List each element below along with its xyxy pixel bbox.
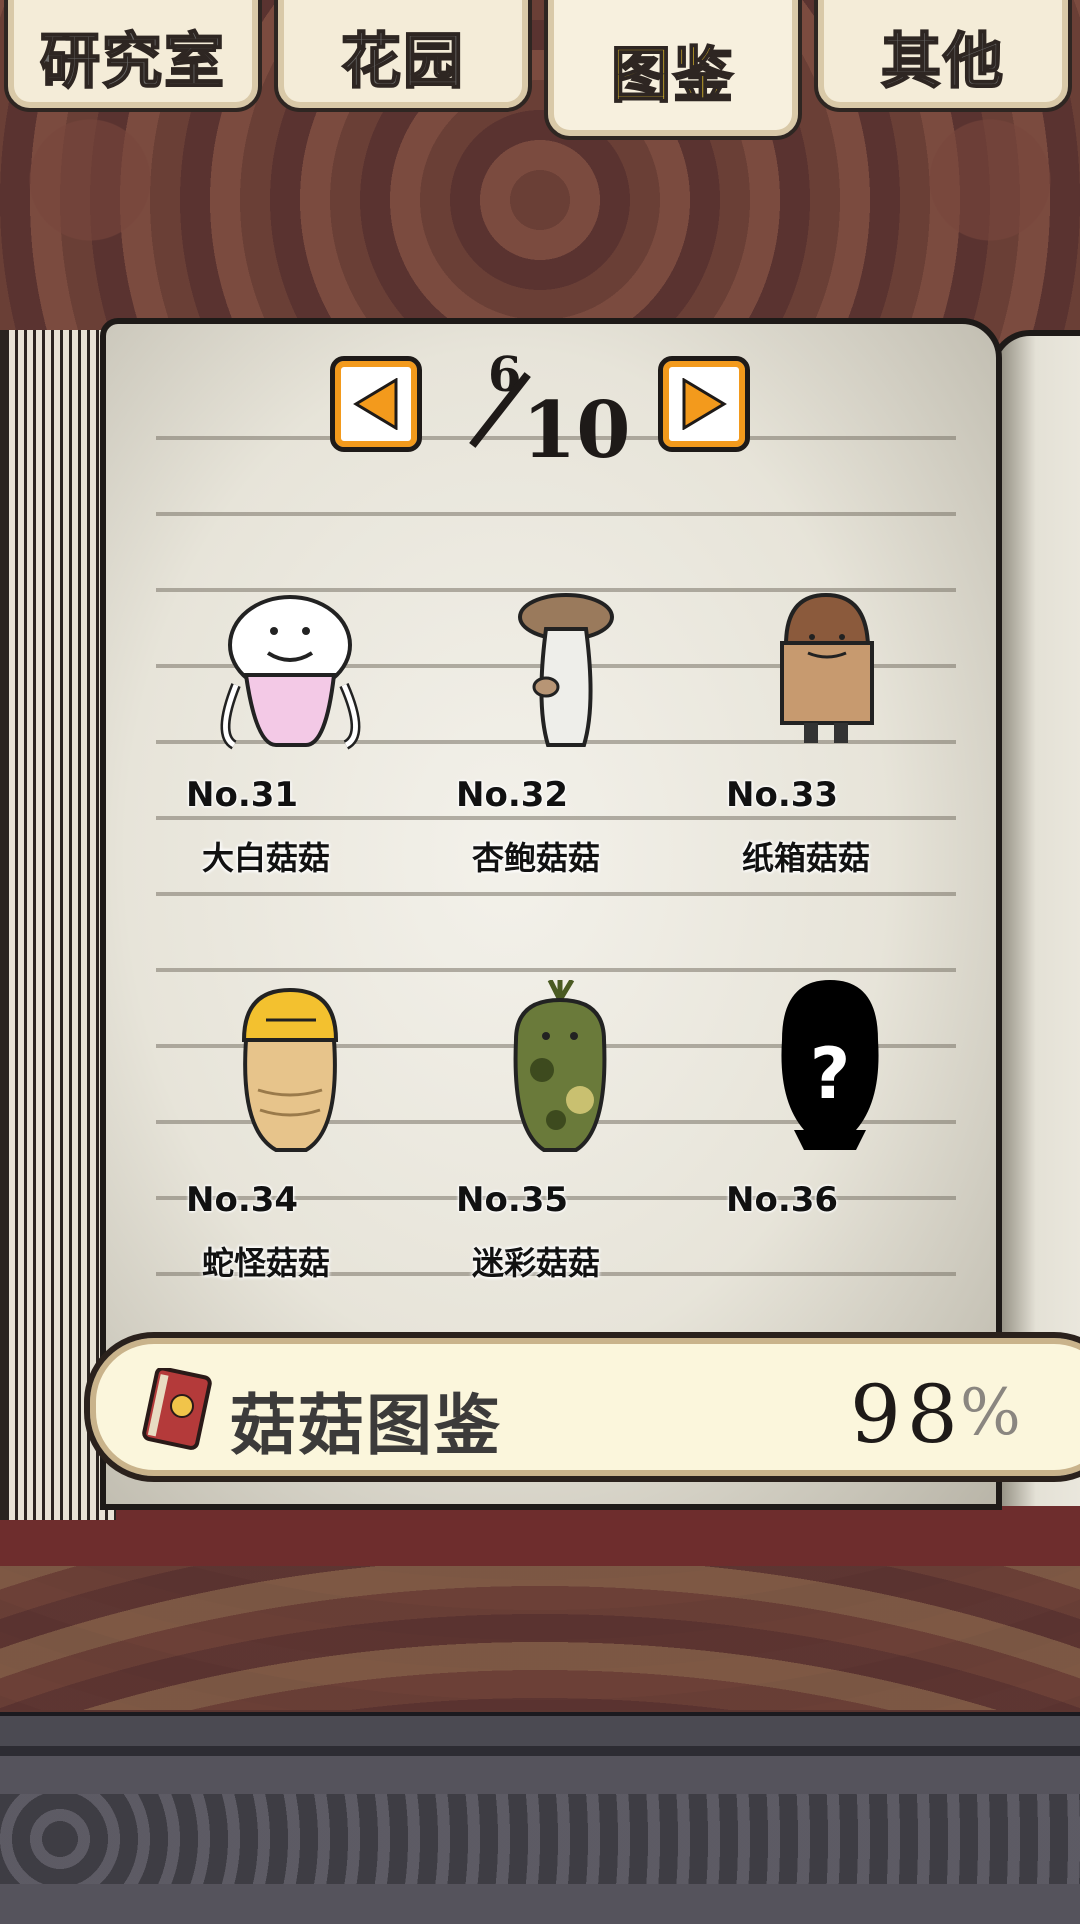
camo-mushroom-icon [513, 980, 607, 1152]
entry-number: No.34 [186, 1180, 299, 1220]
collection-title: 菇菇图鉴 [230, 1387, 502, 1464]
entry-name: 蛇怪菇菇 [202, 1244, 331, 1282]
white-mushroom-icon [220, 595, 361, 750]
tab-encyclopedia[interactable]: 图鉴 [544, 0, 802, 140]
entry-number: No.35 [456, 1180, 569, 1220]
book-page-stack [0, 330, 116, 1520]
prev-page-button[interactable] [330, 356, 422, 452]
entry-34[interactable]: No.34 蛇怪菇菇 [186, 980, 456, 1350]
arrow-right-icon [682, 378, 727, 430]
background-pattern-lower [0, 1560, 1080, 1710]
entry-35[interactable]: No.35 迷彩菇菇 [456, 980, 726, 1350]
entry-name: 大白菇菇 [202, 839, 331, 877]
entry-name: 杏鲍菇菇 [472, 839, 601, 877]
bottom-decorative-bar [0, 1712, 1080, 1924]
arrow-left-icon [353, 378, 398, 430]
entry-name: 迷彩菇菇 [472, 1244, 601, 1282]
entry-number: No.31 [186, 775, 299, 815]
collection-percent: 98 [850, 1368, 964, 1461]
tab-lab-label: 研究室 [39, 26, 226, 98]
tab-encyclopedia-label: 图鉴 [610, 40, 735, 112]
tab-other-label: 其他 [880, 26, 1005, 98]
entry-name: 纸箱菇菇 [742, 839, 871, 877]
entry-number: No.32 [456, 775, 569, 815]
page-indicator: 6 10 [469, 345, 631, 476]
entry-33[interactable]: No.33 纸箱菇菇 [726, 575, 996, 945]
entry-32[interactable]: No.32 杏鲍菇菇 [456, 575, 726, 945]
book-right-page [990, 330, 1080, 1506]
cardboard-mushroom-icon [780, 592, 874, 743]
tab-garden-label: 花园 [340, 26, 465, 98]
total-pages: 10 [522, 385, 631, 476]
next-page-button[interactable] [658, 356, 750, 452]
percent-sign: % [960, 1376, 1021, 1450]
entry-31[interactable]: No.31 大白菇菇 [186, 575, 456, 945]
king-oyster-mushroom-icon [518, 593, 614, 747]
entry-number: No.36 [726, 1180, 839, 1220]
tab-other[interactable]: 其他 [814, 0, 1072, 112]
book-icon [142, 1368, 212, 1450]
entry-36[interactable]: ? No.36 [726, 980, 996, 1350]
tab-lab[interactable]: 研究室 [4, 0, 262, 112]
tab-garden[interactable]: 花园 [274, 0, 532, 112]
bottom-ornament [0, 1794, 1080, 1884]
svg-text:?: ? [810, 1033, 851, 1115]
entry-number: No.33 [726, 775, 839, 815]
snake-mushroom-icon [241, 987, 339, 1152]
tab-bar: 研究室 花园 图鉴 其他 [0, 0, 1080, 140]
unknown-silhouette-icon: ? [781, 980, 879, 1150]
collection-progress-bar: 菇菇图鉴 98 % [84, 1332, 1080, 1482]
